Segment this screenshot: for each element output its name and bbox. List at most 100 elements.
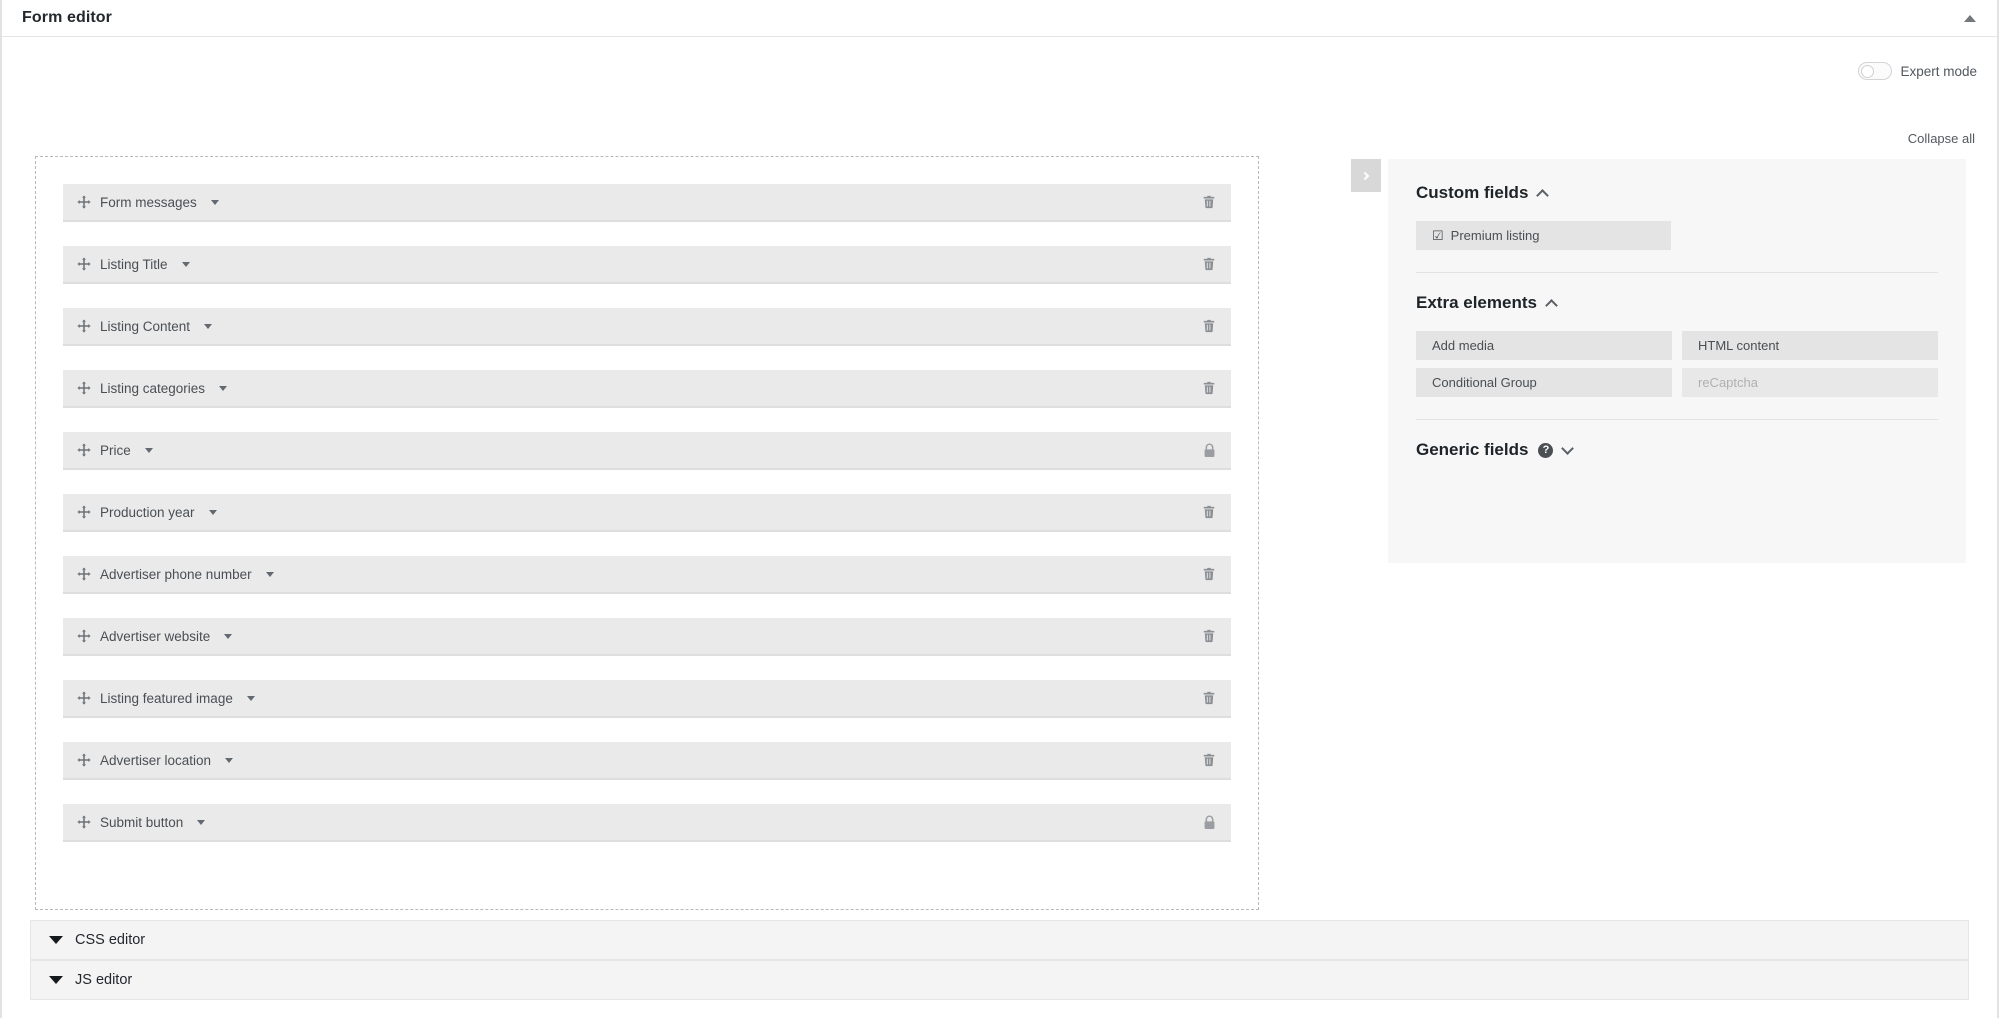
- trash-icon: [1203, 257, 1215, 271]
- field-delete-button[interactable]: [1201, 380, 1217, 396]
- form-field-row[interactable]: Form messages: [63, 184, 1231, 222]
- elements-sidebar: Custom fields ☑ Premium listing Extra ele…: [1388, 159, 1966, 563]
- field-row-left: Listing featured image: [77, 691, 255, 706]
- field-label: Listing Content: [100, 318, 191, 334]
- section-title-generic-fields: Generic fields: [1416, 440, 1529, 459]
- caret-down-icon: [49, 976, 63, 984]
- titlebar: Form editor: [2, 0, 1997, 37]
- caret-down-icon[interactable]: [246, 695, 255, 701]
- caret-down-icon[interactable]: [219, 385, 228, 391]
- field-delete-button[interactable]: [1201, 628, 1217, 644]
- draggable-element-chip[interactable]: HTML content: [1682, 331, 1938, 360]
- checkbox-checked-icon: ☑: [1432, 228, 1444, 243]
- move-handle-icon: [77, 691, 91, 705]
- chip-label: Premium listing: [1450, 228, 1540, 243]
- caret-down-icon[interactable]: [225, 757, 234, 763]
- caret-down-icon[interactable]: [197, 819, 206, 825]
- chevron-down-icon: [1561, 441, 1575, 455]
- expert-mode-label: Expert mode: [1900, 63, 1977, 79]
- field-label: Price: [100, 442, 131, 458]
- field-lock-indicator: [1201, 442, 1217, 458]
- move-handle-icon: [77, 815, 91, 829]
- field-row-left: Production year: [77, 505, 217, 520]
- section-header-custom-fields[interactable]: Custom fields: [1416, 183, 1938, 203]
- draggable-element-chip[interactable]: Conditional Group: [1416, 368, 1672, 397]
- section-header-extra-elements[interactable]: Extra elements: [1416, 293, 1938, 313]
- field-row-left: Advertiser location: [77, 752, 234, 768]
- move-handle-icon: [77, 257, 91, 271]
- section-header-generic-fields[interactable]: Generic fields ?: [1416, 440, 1938, 460]
- field-label: Advertiser location: [100, 752, 212, 768]
- caret-down-icon[interactable]: [210, 199, 219, 205]
- field-delete-button[interactable]: [1201, 318, 1217, 334]
- form-field-row[interactable]: Advertiser phone number: [63, 556, 1231, 594]
- form-field-row[interactable]: Listing featured image: [63, 680, 1231, 718]
- chevron-up-icon: [1545, 298, 1558, 312]
- field-delete-button[interactable]: [1201, 504, 1217, 520]
- section-title-extra-elements: Extra elements: [1416, 293, 1537, 312]
- sidebar-collapse-handle[interactable]: [1351, 159, 1381, 192]
- trash-icon: [1203, 319, 1215, 333]
- collapse-all-button[interactable]: Collapse all: [1908, 131, 1975, 146]
- field-row-left: Advertiser phone number: [77, 567, 274, 582]
- chevron-right-icon: [1360, 171, 1370, 180]
- draggable-element-chip[interactable]: ☑ Premium listing: [1416, 221, 1671, 250]
- field-row-left: Listing categories: [77, 380, 228, 396]
- form-field-row[interactable]: Listing Content: [63, 308, 1231, 346]
- js-editor-section[interactable]: JS editor: [30, 960, 1969, 1000]
- move-handle-icon: [77, 319, 91, 333]
- field-delete-button[interactable]: [1201, 194, 1217, 210]
- chevron-up-icon: [1536, 188, 1550, 202]
- field-row-left: Advertiser website: [77, 628, 233, 644]
- trash-icon: [1203, 753, 1215, 767]
- move-handle-icon: [77, 381, 91, 395]
- section-title-custom-fields: Custom fields: [1416, 183, 1529, 202]
- field-label: Listing categories: [100, 380, 206, 396]
- css-editor-section[interactable]: CSS editor: [30, 920, 1969, 960]
- chip-label: Add media: [1432, 338, 1495, 353]
- field-row-left: Price: [77, 443, 153, 458]
- field-delete-button[interactable]: [1201, 690, 1217, 706]
- js-editor-label: JS editor: [75, 972, 133, 988]
- form-field-row[interactable]: Production year: [63, 494, 1231, 532]
- trash-icon: [1203, 195, 1215, 209]
- field-label: Advertiser website: [100, 628, 211, 644]
- caret-down-icon[interactable]: [181, 261, 190, 267]
- form-field-row[interactable]: Submit button: [63, 804, 1231, 842]
- form-canvas[interactable]: Form messages Listing Title Listing Conten…: [35, 156, 1259, 910]
- move-handle-icon: [77, 567, 91, 581]
- caret-down-icon[interactable]: [204, 323, 213, 329]
- custom-fields-list: ☑ Premium listing: [1416, 221, 1938, 250]
- move-handle-icon: [77, 629, 91, 643]
- chip-label: Conditional Group: [1432, 375, 1537, 390]
- form-field-row[interactable]: Advertiser website: [63, 618, 1231, 656]
- field-row-left: Listing Content: [77, 318, 213, 334]
- draggable-element-chip: reCaptcha: [1682, 368, 1938, 397]
- field-delete-button[interactable]: [1201, 752, 1217, 768]
- field-row-left: Listing Title: [77, 257, 190, 272]
- draggable-element-chip[interactable]: Add media: [1416, 331, 1672, 360]
- css-editor-label: CSS editor: [75, 932, 146, 948]
- field-lock-indicator: [1201, 814, 1217, 830]
- panel-collapse-toggle[interactable]: [1959, 7, 1981, 29]
- form-field-row[interactable]: Listing categories: [63, 370, 1231, 408]
- field-label: Production year: [100, 504, 195, 520]
- form-field-row[interactable]: Listing Title: [63, 246, 1231, 284]
- field-delete-button[interactable]: [1201, 256, 1217, 272]
- caret-up-icon: [1964, 14, 1976, 22]
- field-label: Listing Title: [100, 256, 168, 272]
- caret-down-icon[interactable]: [208, 509, 217, 515]
- form-field-row[interactable]: Advertiser location: [63, 742, 1231, 780]
- caret-down-icon[interactable]: [144, 447, 153, 453]
- caret-down-icon[interactable]: [224, 633, 233, 639]
- expert-mode-switch[interactable]: [1858, 62, 1893, 80]
- field-label: Form messages: [100, 194, 197, 210]
- form-field-row[interactable]: Price: [63, 432, 1231, 470]
- move-handle-icon: [77, 753, 91, 767]
- move-handle-icon: [77, 443, 91, 457]
- expert-mode-toggle[interactable]: Expert mode: [1858, 62, 1977, 80]
- caret-down-icon[interactable]: [265, 571, 274, 577]
- field-delete-button[interactable]: [1201, 566, 1217, 582]
- help-icon[interactable]: ?: [1538, 442, 1554, 458]
- field-label: Advertiser phone number: [100, 566, 252, 582]
